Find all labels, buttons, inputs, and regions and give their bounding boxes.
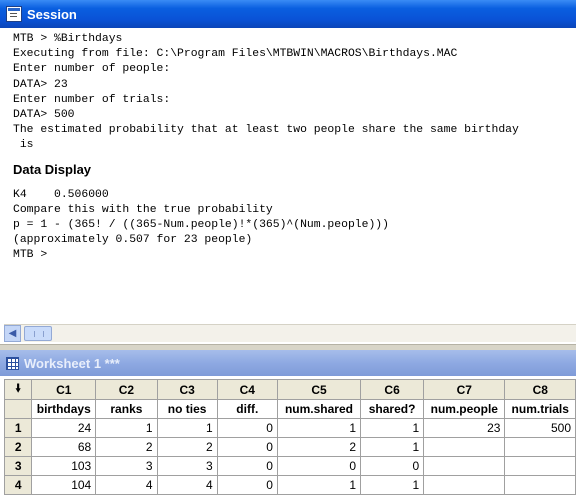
data-cell[interactable]: 1	[360, 418, 425, 438]
worksheet-grid-icon[interactable]	[6, 356, 19, 370]
session-horizontal-scrollbar[interactable]: ◀	[4, 324, 576, 342]
worksheet-title: Worksheet 1 ***	[24, 355, 120, 371]
data-cell[interactable]	[504, 456, 576, 476]
data-cell[interactable]: 3	[95, 456, 158, 476]
column-header-c4[interactable]: C4	[216, 379, 278, 400]
data-cell[interactable]: 104	[31, 475, 97, 495]
row-header[interactable]: 2	[3, 437, 33, 457]
column-header-c2[interactable]: C2	[95, 379, 158, 400]
data-cell[interactable]: 1	[360, 437, 425, 457]
data-cell[interactable]	[504, 437, 576, 457]
data-cell[interactable]	[423, 437, 506, 457]
data-cell[interactable]: 2	[156, 437, 218, 457]
data-cell[interactable]: 24	[31, 418, 97, 438]
data-cell[interactable]	[504, 475, 576, 495]
data-cell[interactable]: 4	[156, 475, 218, 495]
table-row: 3 103 3 3 0 0 0	[3, 456, 576, 476]
session-line: DATA> 23	[13, 78, 68, 91]
column-header-c8[interactable]: C8	[504, 379, 576, 400]
column-name-cell[interactable]: shared?	[360, 399, 425, 419]
row-header[interactable]: 1	[3, 418, 33, 438]
worksheet-window: Worksheet 1 *** 🠛 C1 C2 C3 C4 C5 C6 C7 C…	[0, 350, 576, 502]
scroll-left-arrow-icon[interactable]: ◀	[4, 325, 21, 342]
data-cell[interactable]: 23	[423, 418, 506, 438]
session-output-top: MTB > %Birthdays Executing from file: C:\…	[4, 32, 576, 154]
down-arrow-icon[interactable]: 🠛	[3, 379, 33, 400]
session-line: Compare this with the true probability	[13, 203, 273, 216]
session-prompt: MTB >	[13, 249, 48, 262]
column-name-cell[interactable]: num.trials	[504, 399, 576, 419]
data-cell[interactable]: 2	[276, 437, 362, 457]
session-line: Enter number of trials:	[13, 93, 171, 106]
table-row: 4 104 4 4 0 1 1	[3, 475, 576, 495]
scrollbar-thumb[interactable]	[24, 326, 52, 341]
column-name-cell[interactable]: diff.	[216, 399, 278, 419]
session-line: The estimated probability that at least …	[13, 124, 519, 137]
data-cell[interactable]: 0	[360, 456, 425, 476]
column-name-cell[interactable]: ranks	[95, 399, 158, 419]
data-cell[interactable]: 1	[95, 418, 158, 438]
session-output[interactable]: MTB > %Birthdays Executing from file: C:\…	[4, 32, 576, 324]
data-display-heading: Data Display	[13, 161, 92, 177]
data-cell[interactable]: 2	[95, 437, 158, 457]
session-line: Enter number of people:	[13, 63, 171, 76]
column-header-c6[interactable]: C6	[360, 379, 425, 400]
column-header-c7[interactable]: C7	[423, 379, 506, 400]
data-cell[interactable]: 0	[216, 437, 278, 457]
session-line: is	[13, 139, 34, 152]
session-window: Session MTB > %Birthdays Executing from f…	[0, 0, 576, 344]
column-name-cell[interactable]: num.people	[423, 399, 506, 419]
session-output-bottom: K4 0.506000 Compare this with the true pr…	[4, 188, 576, 264]
worksheet-title-bar[interactable]: Worksheet 1 ***	[0, 350, 576, 376]
row-header[interactable]: 3	[3, 456, 33, 476]
session-line: DATA> 500	[13, 108, 75, 121]
data-cell[interactable]: 1	[156, 418, 218, 438]
data-cell[interactable]: 3	[156, 456, 218, 476]
session-line: p = 1 - (365! / ((365-Num.people)!*(365)…	[13, 218, 389, 231]
session-window-icon[interactable]	[6, 6, 22, 22]
worksheet-grid: 🠛 C1 C2 C3 C4 C5 C6 C7 C8 birthdays rank…	[3, 379, 576, 495]
name-row-header	[3, 399, 33, 419]
data-cell[interactable]: 500	[504, 418, 576, 438]
table-row: 1 24 1 1 0 1 1 23 500	[3, 418, 576, 438]
session-line: Executing from file: C:\Program Files\MT…	[13, 48, 458, 61]
data-cell[interactable]: 1	[276, 418, 362, 438]
data-cell[interactable]: 68	[31, 437, 97, 457]
session-line: MTB > %Birthdays	[13, 33, 123, 45]
data-cell[interactable]: 0	[216, 475, 278, 495]
column-header-c5[interactable]: C5	[276, 379, 362, 400]
session-title-bar[interactable]: Session	[0, 0, 576, 28]
column-name-cell[interactable]: no ties	[156, 399, 218, 419]
column-header-c1[interactable]: C1	[31, 379, 97, 400]
data-cell[interactable]	[423, 456, 506, 476]
session-title: Session	[27, 6, 77, 22]
column-id-row: 🠛 C1 C2 C3 C4 C5 C6 C7 C8	[3, 379, 576, 400]
session-line: (approximately 0.507 for 23 people)	[13, 234, 253, 247]
column-name-row: birthdays ranks no ties diff. num.shared…	[3, 399, 576, 419]
data-cell[interactable]	[423, 475, 506, 495]
table-row: 2 68 2 2 0 2 1	[3, 437, 576, 457]
row-header[interactable]: 4	[3, 475, 33, 495]
data-cell[interactable]: 0	[216, 456, 278, 476]
column-name-cell[interactable]: birthdays	[31, 399, 97, 419]
data-cell[interactable]: 4	[95, 475, 158, 495]
session-line: K4 0.506000	[13, 188, 109, 201]
data-cell[interactable]: 1	[360, 475, 425, 495]
data-cell[interactable]: 0	[276, 456, 362, 476]
data-cell[interactable]: 0	[216, 418, 278, 438]
column-name-cell[interactable]: num.shared	[276, 399, 362, 419]
data-cell[interactable]: 103	[31, 456, 97, 476]
column-header-c3[interactable]: C3	[156, 379, 218, 400]
data-cell[interactable]: 1	[276, 475, 362, 495]
